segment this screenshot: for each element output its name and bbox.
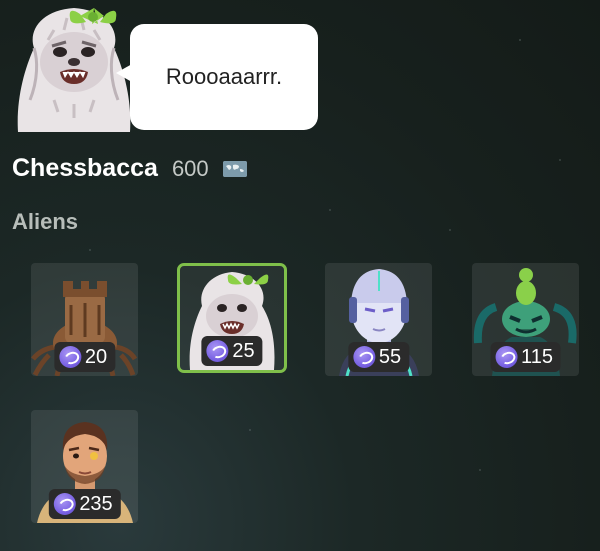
player-name[interactable]: Chessbacca — [12, 154, 158, 183]
player-info: Chessbacca 600 — [12, 154, 247, 183]
coin-icon — [58, 346, 81, 368]
speech-text: Roooaaarrr. — [165, 64, 283, 89]
world-map-flag-icon — [222, 160, 247, 177]
coin-icon — [206, 340, 229, 362]
price-tag: 115 — [490, 342, 561, 372]
price-value: 235 — [79, 492, 113, 515]
coin-icon — [495, 346, 518, 368]
price-value: 115 — [521, 345, 553, 368]
coin-icon — [352, 346, 375, 368]
price-tag: 20 — [53, 342, 116, 372]
price-tag: 235 — [48, 489, 121, 519]
alien-card-green-alien[interactable]: 115 — [472, 263, 579, 376]
alien-card-robot[interactable]: 55 — [325, 263, 432, 376]
speech-bubble: Roooaaarrr. — [130, 24, 318, 130]
price-value: 25 — [232, 339, 255, 362]
section-title: Aliens — [12, 209, 79, 234]
price-value: 20 — [84, 345, 108, 368]
player-rating: 600 — [171, 155, 209, 181]
price-tag: 25 — [201, 336, 263, 366]
price-tag: 55 — [347, 342, 410, 372]
coin-icon — [53, 493, 76, 515]
price-value: 55 — [378, 345, 402, 368]
alien-card-rook-bug[interactable]: 20 — [31, 263, 138, 376]
alien-card-human-pilot[interactable]: 235 — [31, 410, 138, 523]
alien-card-chessbacca[interactable]: 25 — [177, 263, 287, 373]
